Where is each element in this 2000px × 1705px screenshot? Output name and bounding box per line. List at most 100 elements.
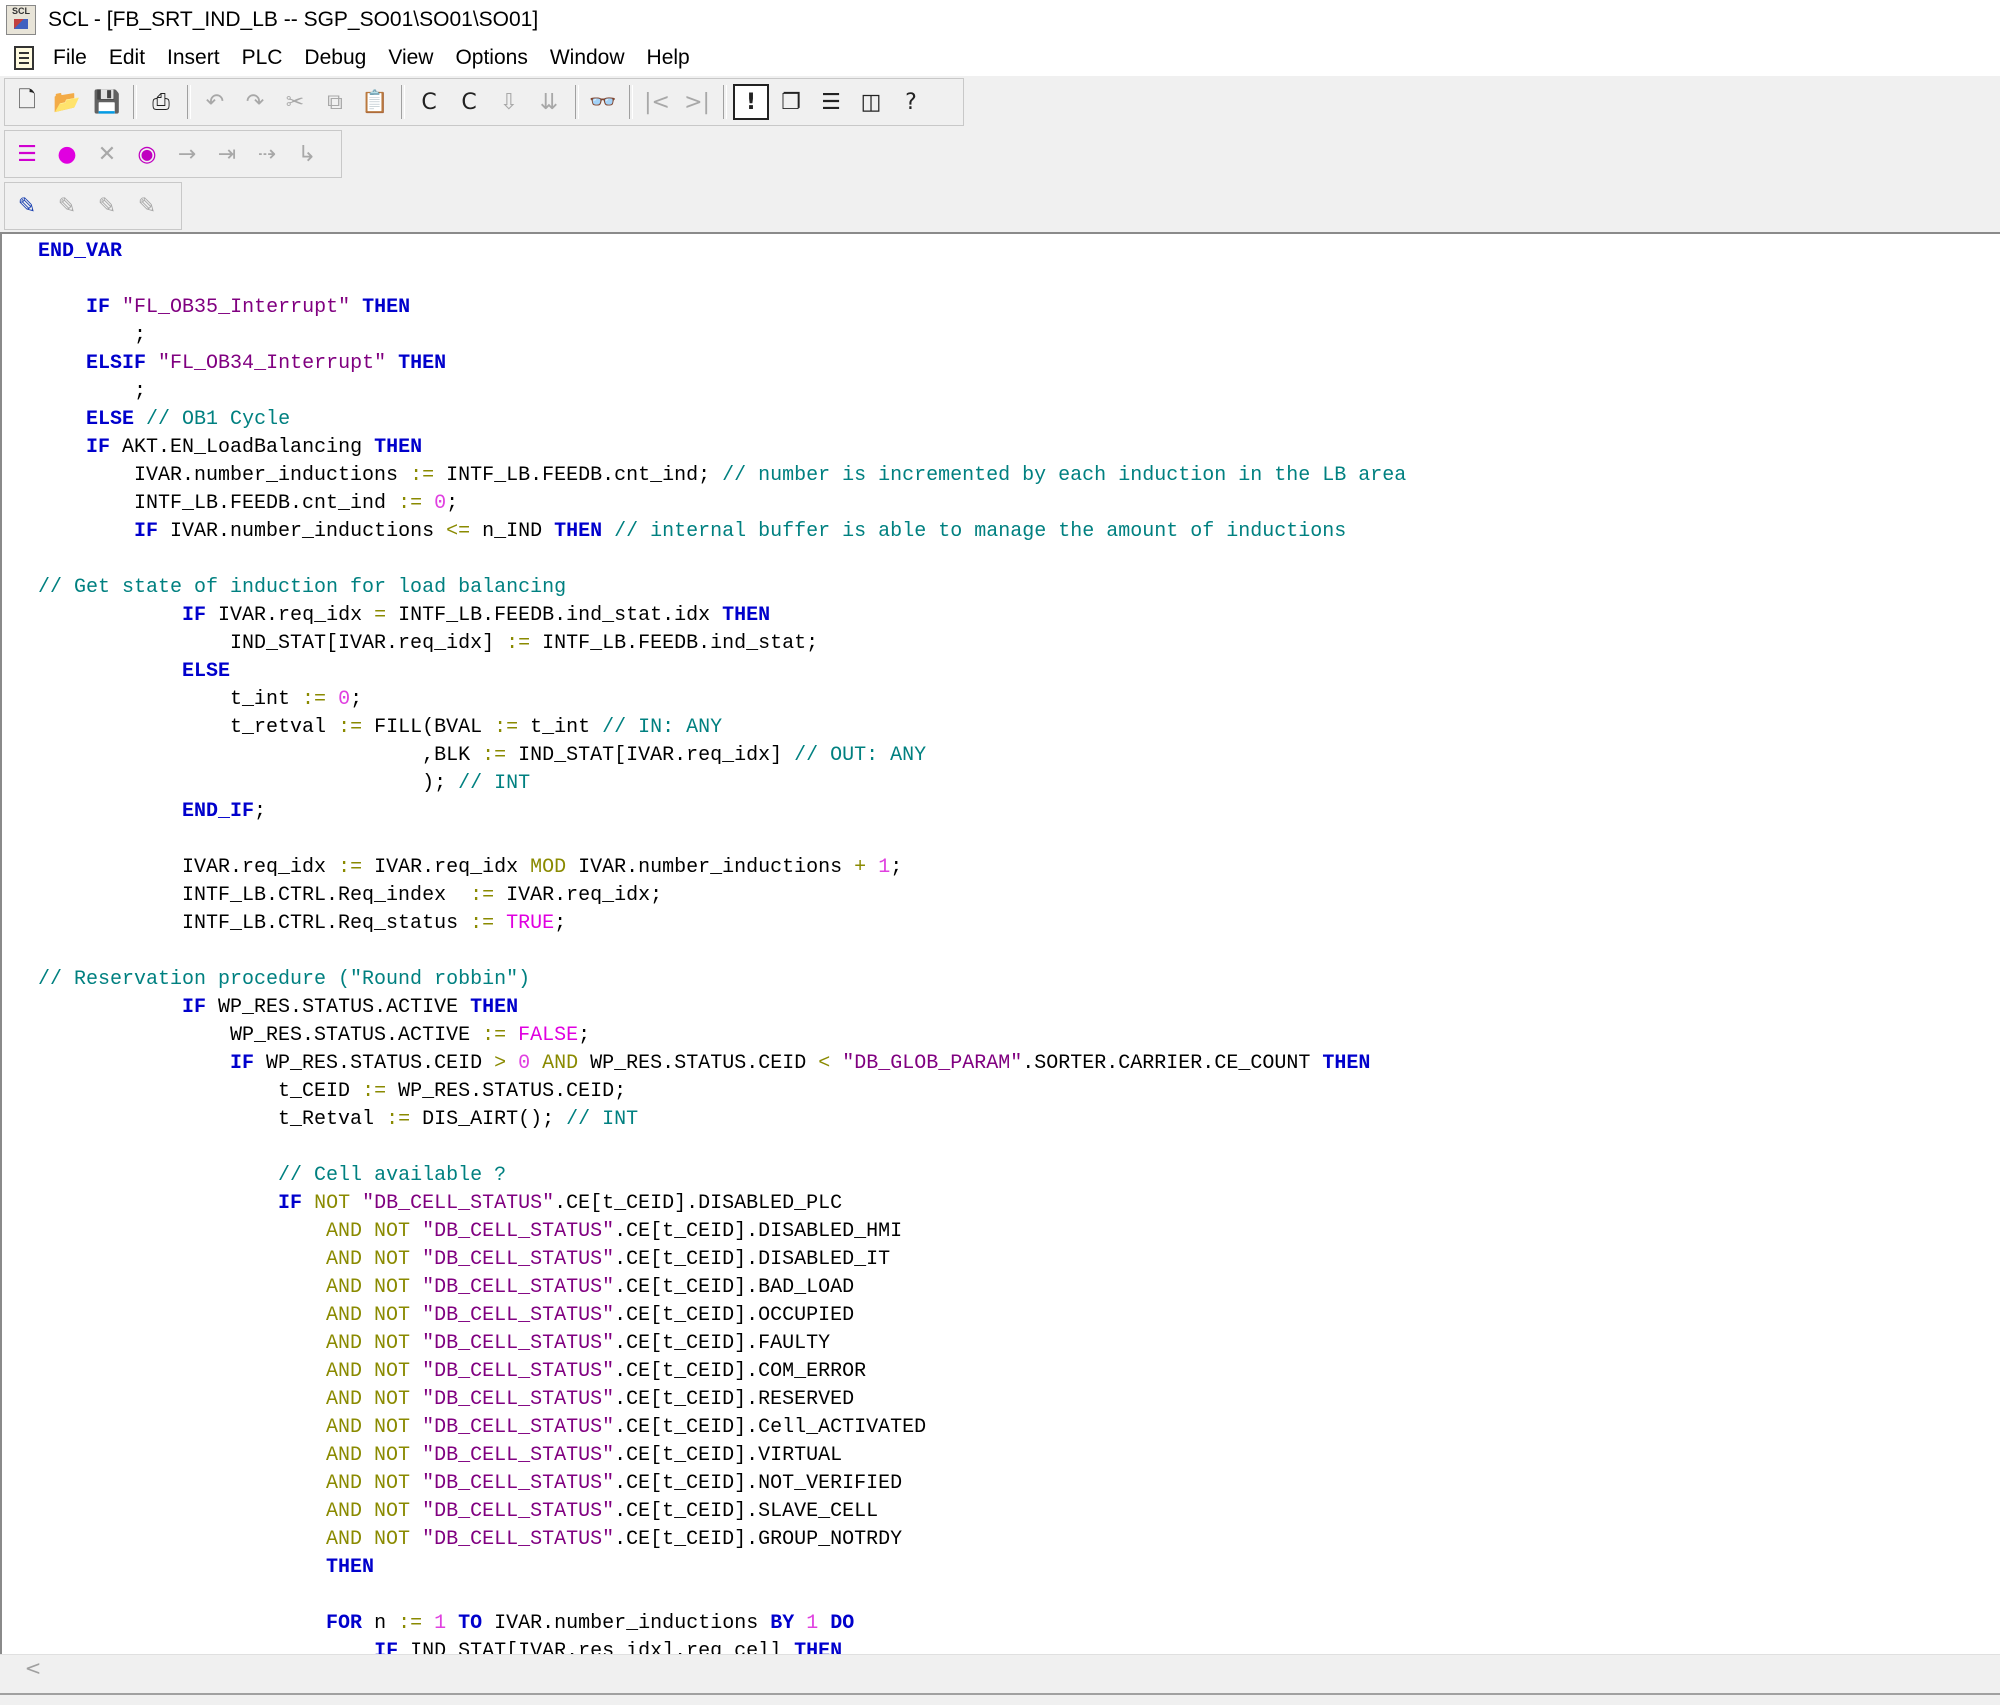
code-line[interactable]: FOR n := 1 TO IVAR.number_inductions BY … <box>38 1610 1406 1638</box>
code-line[interactable]: AND NOT "DB_CELL_STATUS".CE[t_CEID].SLAV… <box>38 1498 1406 1526</box>
code-line[interactable]: ​ <box>38 826 1406 854</box>
code-line[interactable]: IF "FL_OB35_Interrupt" THEN <box>38 294 1406 322</box>
menu-plc[interactable]: PLC <box>231 40 294 76</box>
code-line[interactable]: INTF_LB.FEEDB.cnt_ind := 0; <box>38 490 1406 518</box>
template-2-icon[interactable]: ✎ <box>49 188 85 224</box>
monitor-icon[interactable]: 👓 <box>585 84 621 120</box>
to-cursor-icon[interactable]: ⇢ <box>249 136 285 172</box>
template-4-icon[interactable]: ✎ <box>129 188 165 224</box>
compile-all-icon[interactable]: C <box>451 84 487 120</box>
step-into-icon[interactable]: ↳ <box>289 136 325 172</box>
new-icon[interactable]: 🗋 <box>9 84 45 120</box>
code-line[interactable]: IF IND_STAT[IVAR.res_idx].req_cell THEN <box>38 1638 1406 1654</box>
code-line[interactable]: AND NOT "DB_CELL_STATUS".CE[t_CEID].NOT_… <box>38 1470 1406 1498</box>
code-line[interactable]: // Get state of induction for load balan… <box>38 574 1406 602</box>
code-line[interactable]: IVAR.req_idx := IVAR.req_idx MOD IVAR.nu… <box>38 854 1406 882</box>
code-line[interactable]: t_Retval := DIS_AIRT(); // INT <box>38 1106 1406 1134</box>
delete-breakpoint-icon[interactable]: ✕ <box>89 136 125 172</box>
compile-icon[interactable]: C <box>411 84 447 120</box>
code-line[interactable]: ,BLK := IND_STAT[IVAR.req_idx] // OUT: A… <box>38 742 1406 770</box>
set-breakpoint-icon[interactable]: ● <box>49 136 85 172</box>
code-line[interactable]: ELSE <box>38 658 1406 686</box>
code-line[interactable]: END_VAR <box>38 238 1406 266</box>
next-icon[interactable]: >| <box>679 84 715 120</box>
continue-icon[interactable]: ⇥ <box>209 136 245 172</box>
code-line[interactable]: ; <box>38 322 1406 350</box>
code-line[interactable]: WP_RES.STATUS.ACTIVE := FALSE; <box>38 1022 1406 1050</box>
tile-horizontal-icon[interactable]: ☰ <box>813 84 849 120</box>
alert-icon[interactable]: ! <box>733 84 769 120</box>
undo-icon[interactable]: ↶ <box>197 84 233 120</box>
code-line[interactable]: // Reservation procedure ("Round robbin"… <box>38 966 1406 994</box>
code-line[interactable]: AND NOT "DB_CELL_STATUS".CE[t_CEID].VIRT… <box>38 1442 1406 1470</box>
help-icon[interactable]: ? <box>893 84 929 120</box>
code-line[interactable]: IF WP_RES.STATUS.CEID > 0 AND WP_RES.STA… <box>38 1050 1406 1078</box>
code-line[interactable]: AND NOT "DB_CELL_STATUS".CE[t_CEID].DISA… <box>38 1218 1406 1246</box>
code-line[interactable]: INTF_LB.CTRL.Req_status := TRUE; <box>38 910 1406 938</box>
code-line[interactable]: AND NOT "DB_CELL_STATUS".CE[t_CEID].OCCU… <box>38 1302 1406 1330</box>
redo-icon[interactable]: ↷ <box>237 84 273 120</box>
code-line[interactable]: IND_STAT[IVAR.req_idx] := INTF_LB.FEEDB.… <box>38 630 1406 658</box>
document-icon[interactable] <box>14 46 34 70</box>
paste-icon[interactable]: 📋 <box>357 84 393 120</box>
template-3-icon[interactable]: ✎ <box>89 188 125 224</box>
scroll-left-arrow-icon[interactable]: < <box>20 1655 46 1681</box>
code-line[interactable]: // Cell available ? <box>38 1162 1406 1190</box>
menu-view[interactable]: View <box>377 40 444 76</box>
download-all-icon[interactable]: ⇊ <box>531 84 567 120</box>
cascade-icon[interactable]: ❐ <box>773 84 809 120</box>
menu-file[interactable]: File <box>42 40 98 76</box>
template-icon[interactable]: ✎ <box>9 188 45 224</box>
source-code[interactable]: END_VAR ​ IF "FL_OB35_Interrupt" THEN ; E… <box>38 238 1406 1654</box>
menu-edit[interactable]: Edit <box>98 40 156 76</box>
code-line[interactable]: t_int := 0; <box>38 686 1406 714</box>
open-icon[interactable]: 📂 <box>49 84 85 120</box>
code-line[interactable]: END_IF; <box>38 798 1406 826</box>
menu-debug[interactable]: Debug <box>293 40 377 76</box>
code-line[interactable]: ELSE // OB1 Cycle <box>38 406 1406 434</box>
code-line[interactable]: AND NOT "DB_CELL_STATUS".CE[t_CEID].FAUL… <box>38 1330 1406 1358</box>
horizontal-scrollbar[interactable]: < <box>0 1654 2000 1681</box>
cut-icon[interactable]: ✂ <box>277 84 313 120</box>
copy-icon[interactable]: ⧉ <box>317 84 353 120</box>
code-line[interactable]: ​ <box>38 266 1406 294</box>
code-line[interactable]: IF IVAR.req_idx = INTF_LB.FEEDB.ind_stat… <box>38 602 1406 630</box>
code-line[interactable]: t_retval := FILL(BVAL := t_int // IN: AN… <box>38 714 1406 742</box>
next-statement-icon[interactable]: → <box>169 136 205 172</box>
code-line[interactable]: AND NOT "DB_CELL_STATUS".CE[t_CEID].COM_… <box>38 1358 1406 1386</box>
code-line[interactable]: IF AKT.EN_LoadBalancing THEN <box>38 434 1406 462</box>
code-line[interactable]: AND NOT "DB_CELL_STATUS".CE[t_CEID].Cell… <box>38 1414 1406 1442</box>
breakpoint-list-icon[interactable]: ☰ <box>9 136 45 172</box>
code-line[interactable]: IF WP_RES.STATUS.ACTIVE THEN <box>38 994 1406 1022</box>
save-icon[interactable]: 💾 <box>89 84 125 120</box>
code-line[interactable]: IVAR.number_inductions := INTF_LB.FEEDB.… <box>38 462 1406 490</box>
code-line[interactable]: AND NOT "DB_CELL_STATUS".CE[t_CEID].RESE… <box>38 1386 1406 1414</box>
code-line[interactable]: AND NOT "DB_CELL_STATUS".CE[t_CEID].BAD_… <box>38 1274 1406 1302</box>
code-line[interactable]: ​ <box>38 1134 1406 1162</box>
previous-icon[interactable]: |< <box>639 84 675 120</box>
code-line[interactable]: INTF_LB.CTRL.Req_index := IVAR.req_idx; <box>38 882 1406 910</box>
code-line[interactable]: AND NOT "DB_CELL_STATUS".CE[t_CEID].DISA… <box>38 1246 1406 1274</box>
menu-options[interactable]: Options <box>444 40 538 76</box>
code-line[interactable]: ); // INT <box>38 770 1406 798</box>
code-line[interactable]: THEN <box>38 1554 1406 1582</box>
code-line[interactable]: ; <box>38 378 1406 406</box>
code-editor[interactable]: END_VAR ​ IF "FL_OB35_Interrupt" THEN ; E… <box>0 232 2000 1654</box>
tile-vertical-icon[interactable]: ◫ <box>853 84 889 120</box>
activate-breakpoints-icon[interactable]: ◉ <box>129 136 165 172</box>
menu-insert[interactable]: Insert <box>156 40 231 76</box>
download-icon[interactable]: ⇩ <box>491 84 527 120</box>
code-line[interactable]: ​ <box>38 1582 1406 1610</box>
code-line[interactable]: IF IVAR.number_inductions <= n_IND THEN … <box>38 518 1406 546</box>
menu-help[interactable]: Help <box>636 40 701 76</box>
code-line[interactable]: AND NOT "DB_CELL_STATUS".CE[t_CEID].GROU… <box>38 1526 1406 1554</box>
menu-window[interactable]: Window <box>539 40 636 76</box>
code-line[interactable]: ​ <box>38 938 1406 966</box>
print-icon[interactable]: ⎙ <box>143 84 179 120</box>
code-line[interactable]: IF NOT "DB_CELL_STATUS".CE[t_CEID].DISAB… <box>38 1190 1406 1218</box>
code-line[interactable]: ​ <box>38 546 1406 574</box>
code-token: ; <box>578 1024 591 1047</box>
code-line[interactable]: ELSIF "FL_OB34_Interrupt" THEN <box>38 350 1406 378</box>
code-line[interactable]: t_CEID := WP_RES.STATUS.CEID; <box>38 1078 1406 1106</box>
